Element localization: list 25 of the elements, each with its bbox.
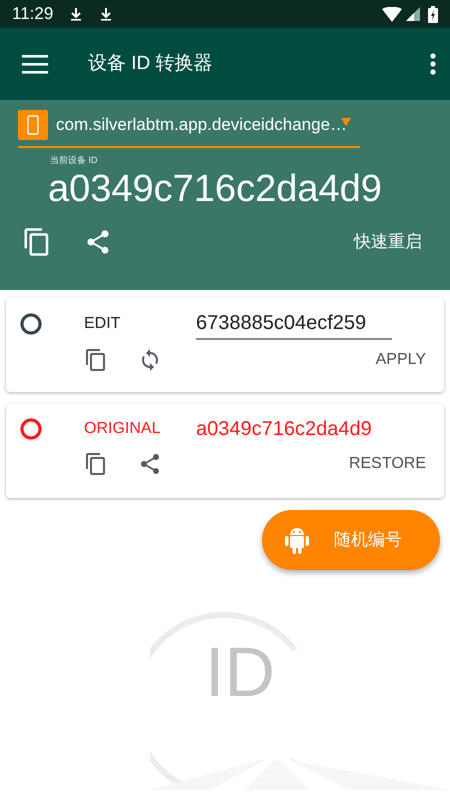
row-label: ORIGINAL bbox=[84, 419, 162, 439]
row-label: EDIT bbox=[84, 314, 122, 334]
app-icon bbox=[18, 110, 48, 140]
device-id: a0349c716c2da4d9 bbox=[48, 168, 383, 212]
quick-restart-button[interactable]: 快速重启 bbox=[348, 229, 428, 255]
more-options-icon[interactable] bbox=[430, 53, 436, 75]
original-id: a0349c716c2da4d9 bbox=[196, 417, 372, 442]
download-icon bbox=[69, 7, 84, 21]
caption: 当前设备 ID bbox=[50, 154, 99, 167]
android-icon bbox=[284, 525, 310, 555]
apply-button[interactable]: APPLY bbox=[370, 348, 432, 372]
copy-icon[interactable] bbox=[84, 348, 108, 372]
download-icon bbox=[99, 7, 114, 21]
wifi-icon bbox=[382, 6, 402, 22]
status-time: 11:29 bbox=[12, 3, 54, 26]
share-icon[interactable] bbox=[138, 452, 162, 476]
menu-icon[interactable] bbox=[22, 54, 48, 74]
battery-icon bbox=[428, 6, 438, 22]
id-input-field[interactable]: 6738885c04ecf259 bbox=[196, 308, 392, 340]
app-title: 设备 ID 转换器 bbox=[88, 52, 214, 76]
restore-button[interactable]: RESTORE bbox=[342, 452, 432, 476]
signal-icon bbox=[406, 7, 420, 21]
copy-icon[interactable] bbox=[84, 452, 108, 476]
package-dropdown[interactable]: com.silverlabtm.app.deviceidchange… bbox=[18, 110, 360, 148]
logo-text: ID bbox=[205, 632, 275, 713]
